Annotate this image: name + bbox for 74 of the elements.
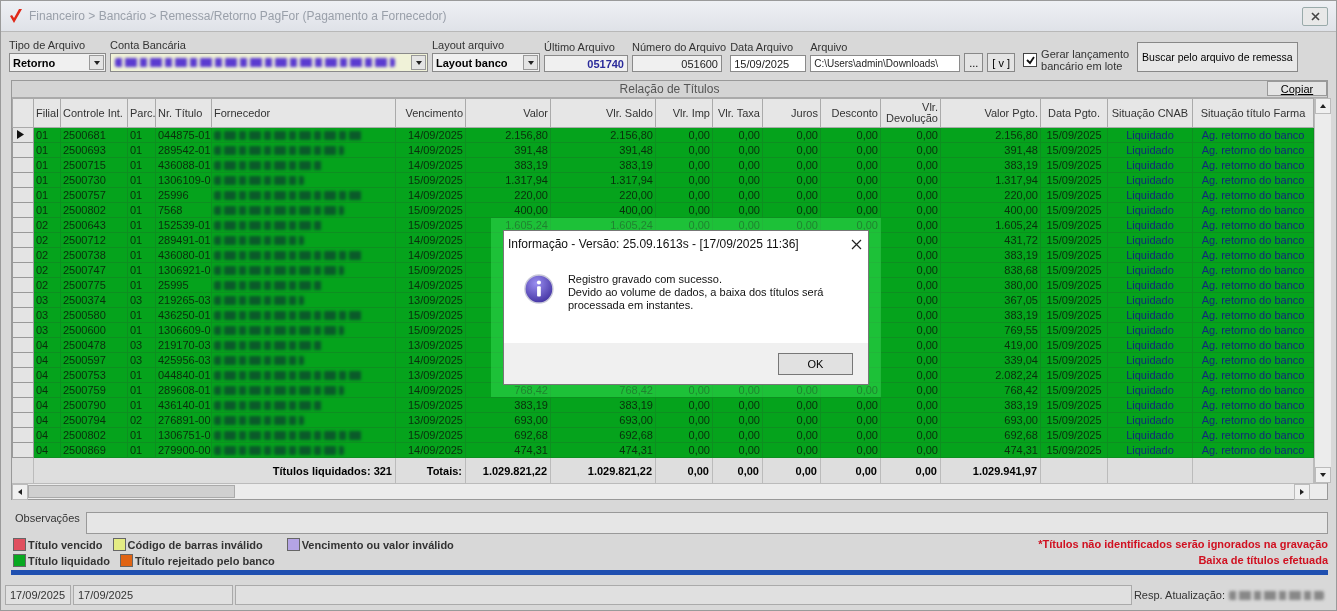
total-count: Títulos liquidados: 321 bbox=[33, 457, 396, 483]
field-label: Data Arquivo bbox=[730, 41, 795, 53]
status-date: 17/09/2025 bbox=[73, 585, 233, 605]
column-header[interactable]: Valor Pgto. bbox=[940, 98, 1041, 128]
total-value: 1.029.821,22 bbox=[465, 457, 551, 483]
total-value: 1.029.941,97 bbox=[940, 457, 1041, 483]
file-date-field[interactable]: 15/09/2025 bbox=[730, 55, 807, 72]
scroll-up-icon bbox=[1319, 102, 1327, 110]
scroll-down-icon bbox=[1319, 471, 1327, 479]
search-remittance-button[interactable]: Buscar pelo arquivo de remessa bbox=[1137, 42, 1298, 72]
file-type-dropdown[interactable]: Retorno bbox=[9, 53, 106, 72]
column-header[interactable]: Data Pgto. bbox=[1040, 98, 1108, 128]
column-header[interactable]: Valor bbox=[465, 98, 551, 128]
close-button[interactable] bbox=[1302, 6, 1328, 26]
column-header[interactable]: Juros bbox=[762, 98, 821, 128]
column-header[interactable]: Situação CNAB bbox=[1107, 98, 1193, 128]
checkbox-label: Gerar lançamento bancário em lote bbox=[1041, 48, 1131, 72]
file-number-field[interactable]: 051600 bbox=[632, 55, 722, 72]
horizontal-scrollbar[interactable] bbox=[12, 483, 1327, 499]
column-header[interactable]: Vlr. Imp bbox=[655, 98, 713, 128]
field-label: Arquivo bbox=[810, 41, 849, 53]
dialog-message: Registro gravado com sucesso. Devido ao volume de dados, a baixa dos títulos será processada em instantes. bbox=[567, 273, 825, 313]
column-header[interactable]: Fornecedor bbox=[211, 98, 396, 128]
legend-label: Título vencido bbox=[28, 538, 103, 551]
field-label: Observações bbox=[15, 512, 80, 524]
window-title: Financeiro > Bancário > Remessa/Retorno PagFor (Pagamento a Fornecedor) bbox=[29, 9, 447, 23]
total-value: 1.029.821,22 bbox=[550, 457, 656, 483]
ok-button[interactable]: OK bbox=[778, 352, 853, 375]
column-header[interactable]: Controle Int. bbox=[60, 98, 128, 128]
legend-label: Título rejeitado pelo banco bbox=[134, 554, 275, 567]
copy-button[interactable]: Copiar bbox=[1267, 81, 1327, 96]
checkbox[interactable] bbox=[1023, 53, 1038, 67]
current-row-icon bbox=[17, 130, 24, 139]
file-path-field[interactable]: C:\Users\admin\Downloads\ bbox=[810, 55, 961, 72]
dropdown-arrow-icon bbox=[414, 58, 423, 67]
column-header[interactable]: Situação título Farma bbox=[1192, 98, 1314, 128]
bank-account-dropdown[interactable] bbox=[110, 53, 428, 72]
dropdown-arrow-icon bbox=[92, 58, 101, 67]
dropdown-arrow-icon bbox=[526, 58, 535, 67]
table-title: Relação de Títulos bbox=[619, 82, 720, 96]
column-header[interactable]: Vencimento bbox=[395, 98, 466, 128]
warning-note: *Títulos não identificados serão ignorados na gravação bbox=[1038, 538, 1328, 550]
legend-label: Código de barras inválido bbox=[127, 538, 263, 551]
status-date: 17/09/2025 bbox=[5, 585, 71, 605]
check-icon bbox=[1025, 55, 1035, 65]
browse-button[interactable]: ... bbox=[964, 53, 984, 72]
status-label: Resp. Atualização: bbox=[1133, 589, 1225, 601]
warning-note: Baixa de títulos efetuada bbox=[1198, 554, 1328, 566]
layout-dropdown[interactable]: Layout banco bbox=[432, 53, 540, 72]
field-label: Conta Bancária bbox=[110, 39, 187, 51]
scroll-right-icon bbox=[1298, 487, 1306, 496]
field-label: Tipo de Arquivo bbox=[9, 39, 87, 51]
column-header[interactable]: Desconto bbox=[820, 98, 881, 128]
column-header[interactable]: Nr. Título bbox=[155, 98, 212, 128]
legend-label: Vencimento ou valor inválido bbox=[301, 538, 454, 551]
column-header[interactable]: Filial bbox=[33, 98, 61, 128]
column-header[interactable]: Vlr. Saldo bbox=[550, 98, 656, 128]
column-header[interactable]: Vlr. Taxa bbox=[712, 98, 763, 128]
field-label: Último Arquivo bbox=[544, 41, 616, 53]
field-label: Layout arquivo bbox=[432, 39, 506, 51]
legend-label: Título liquidado bbox=[28, 554, 110, 567]
logo-icon bbox=[9, 8, 23, 24]
close-icon bbox=[1310, 11, 1320, 21]
close-icon[interactable] bbox=[851, 238, 862, 250]
vertical-scrollbar[interactable] bbox=[1314, 98, 1331, 483]
last-file-field[interactable]: 051740 bbox=[544, 55, 628, 72]
dialog-title: Informação - Versão: 25.09.1613s - [17/09/2025 11:36] bbox=[508, 237, 799, 251]
scroll-left-icon bbox=[16, 487, 24, 496]
field-label: Número do Arquivo bbox=[632, 41, 727, 53]
column-header[interactable]: Vlr. Devolução bbox=[880, 98, 941, 128]
view-button[interactable]: [ v ] bbox=[987, 53, 1016, 72]
observations-field[interactable] bbox=[85, 512, 1328, 534]
column-header[interactable]: Parc. bbox=[127, 98, 156, 128]
info-icon bbox=[524, 273, 554, 305]
